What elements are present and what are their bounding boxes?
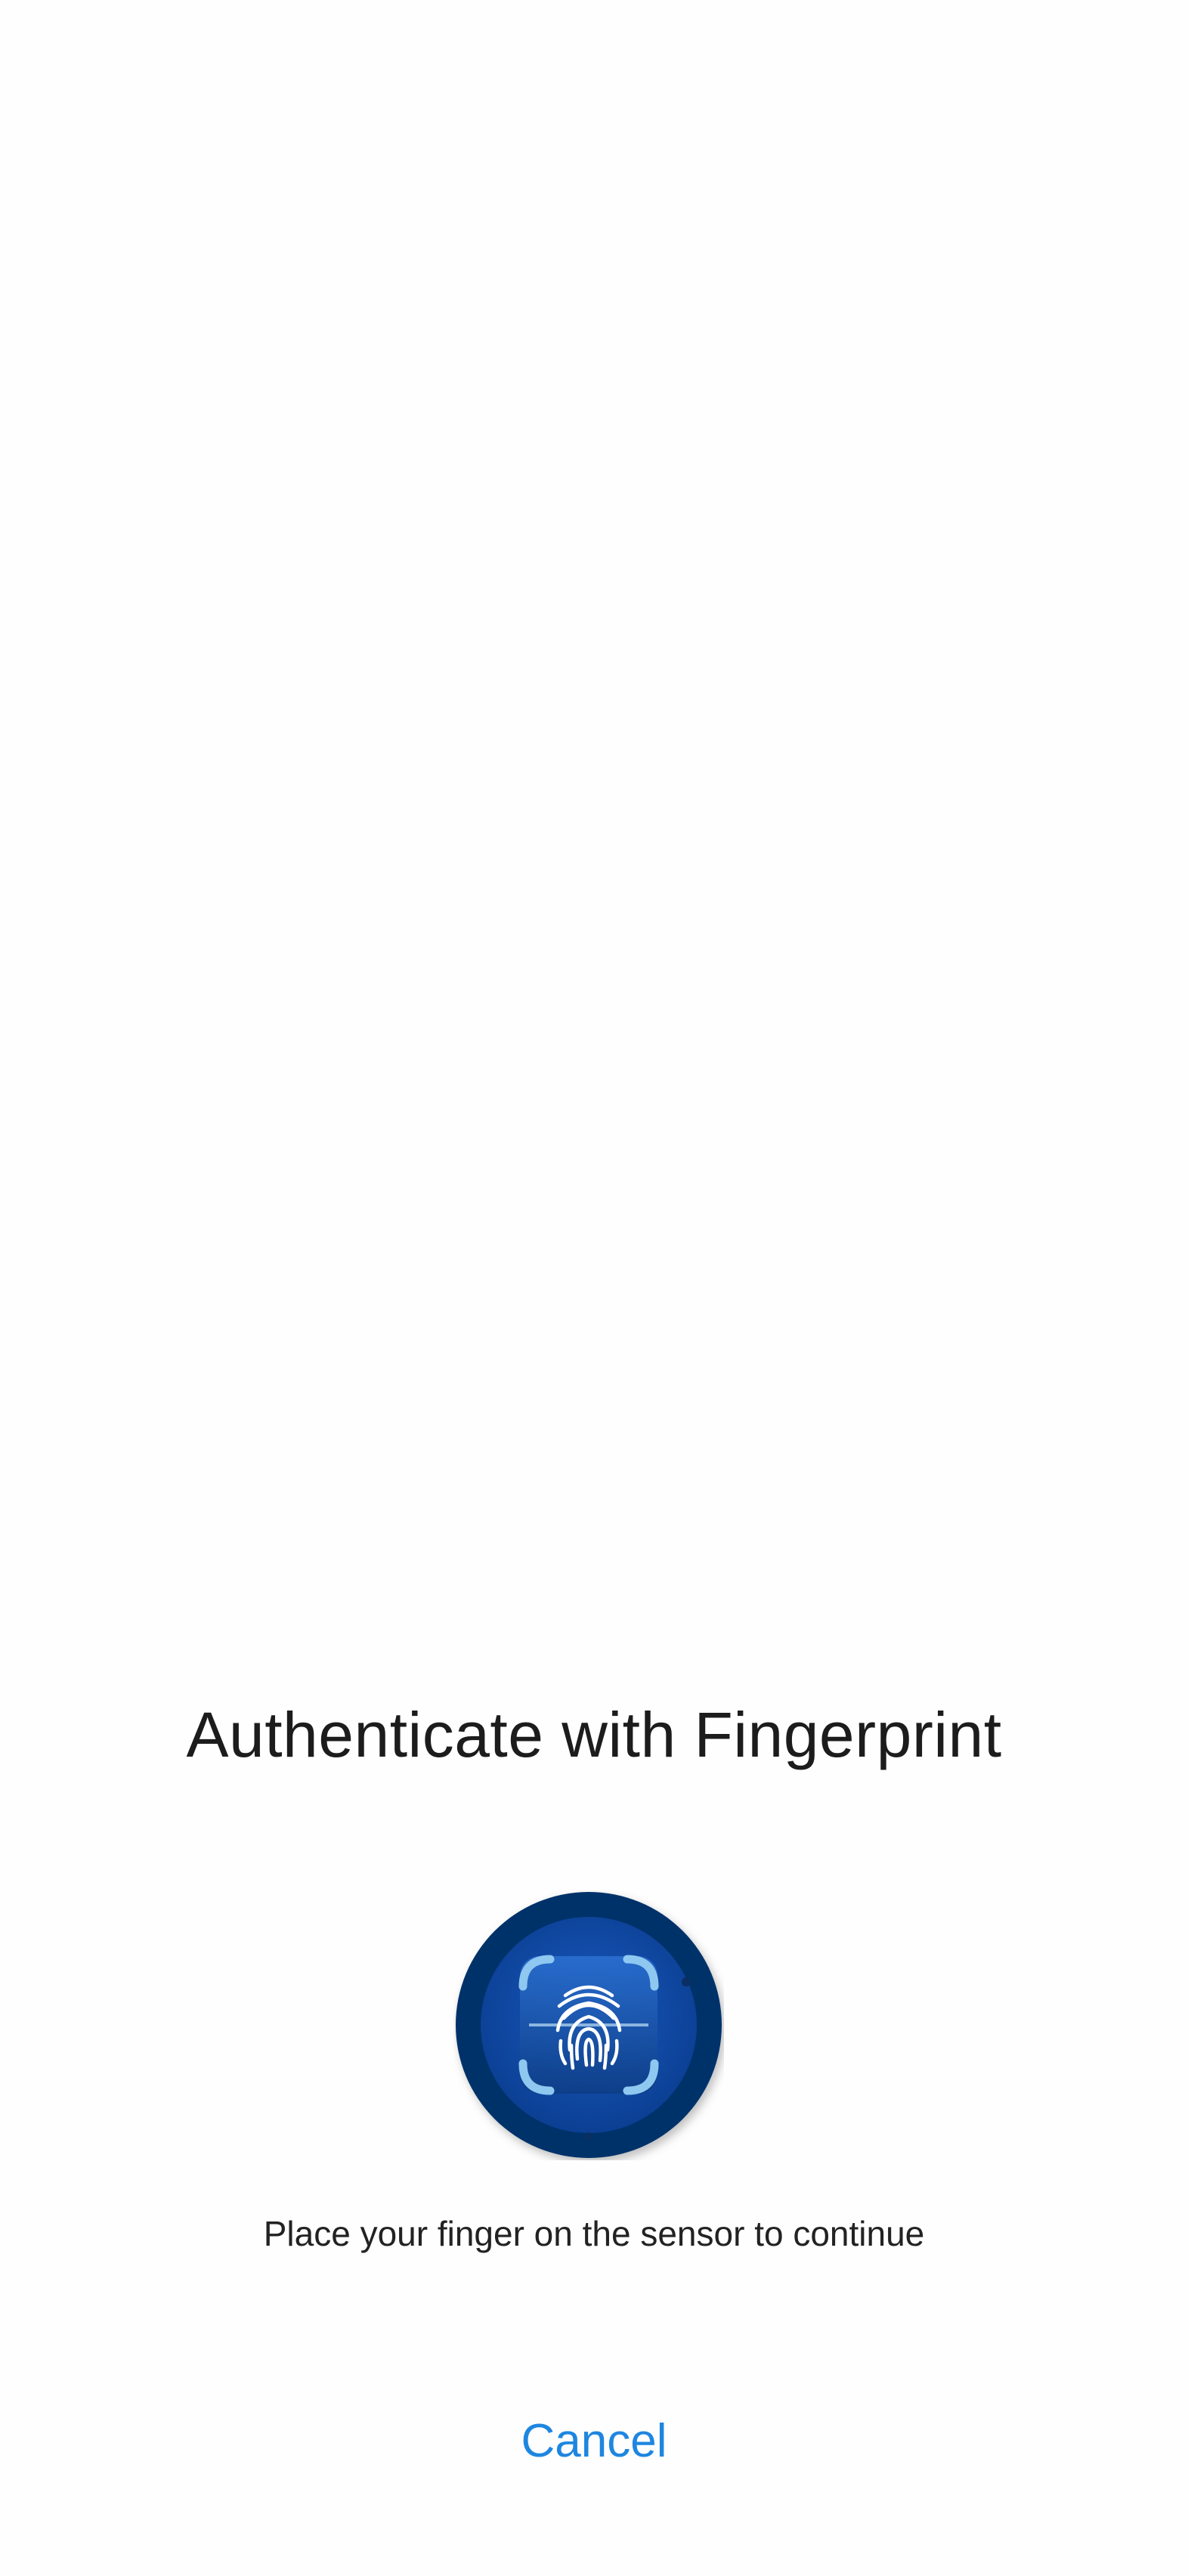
cancel-button[interactable]: Cancel [481,2404,707,2479]
instruction-text: Place your finger on the sensor to conti… [263,2214,925,2253]
dialog-title: Authenticate with Fingerprint [186,1699,1002,1770]
fingerprint-icon [456,1892,722,2158]
fingerprint-sensor[interactable] [453,1890,724,2160]
fingerprint-auth-screen: Authenticate with Fingerprint Place your… [0,0,1188,2576]
